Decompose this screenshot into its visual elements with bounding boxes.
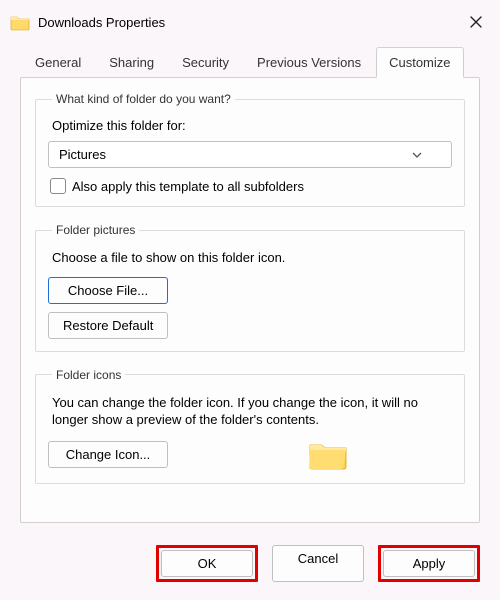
optimize-selected-value: Pictures [59, 147, 106, 162]
folder-icon [10, 12, 30, 32]
folder-icons-group: Folder icons You can change the folder i… [35, 368, 465, 484]
tab-strip: General Sharing Security Previous Versio… [0, 44, 500, 77]
titlebar: Downloads Properties [0, 0, 500, 44]
optimize-label: Optimize this folder for: [52, 118, 452, 133]
ok-highlight: OK [156, 545, 258, 582]
folder-preview-icon [308, 439, 348, 471]
dialog-button-row: OK Cancel Apply [0, 535, 500, 600]
choose-file-button[interactable]: Choose File... [48, 277, 168, 304]
window-title: Downloads Properties [38, 15, 462, 30]
optimize-group: What kind of folder do you want? Optimiz… [35, 92, 465, 207]
change-icon-button[interactable]: Change Icon... [48, 441, 168, 468]
folder-pictures-legend: Folder pictures [52, 223, 139, 237]
subfolders-row[interactable]: Also apply this template to all subfolde… [50, 178, 452, 194]
optimize-select[interactable]: Pictures [48, 141, 452, 168]
tab-general[interactable]: General [22, 47, 94, 78]
cancel-button[interactable]: Cancel [272, 545, 364, 582]
tab-security[interactable]: Security [169, 47, 242, 78]
tab-customize[interactable]: Customize [376, 47, 463, 78]
close-button[interactable] [462, 8, 490, 36]
folder-icons-legend: Folder icons [52, 368, 125, 382]
ok-button[interactable]: OK [161, 550, 253, 577]
close-icon [470, 16, 482, 28]
chevron-down-icon [411, 149, 423, 161]
subfolders-label: Also apply this template to all subfolde… [72, 179, 304, 194]
tab-previous-versions[interactable]: Previous Versions [244, 47, 374, 78]
optimize-legend: What kind of folder do you want? [52, 92, 235, 106]
tab-sharing[interactable]: Sharing [96, 47, 167, 78]
customize-panel: What kind of folder do you want? Optimiz… [20, 77, 480, 523]
folder-icons-desc: You can change the folder icon. If you c… [52, 394, 452, 429]
apply-highlight: Apply [378, 545, 480, 582]
folder-pictures-group: Folder pictures Choose a file to show on… [35, 223, 465, 352]
apply-button[interactable]: Apply [383, 550, 475, 577]
properties-window: Downloads Properties General Sharing Sec… [0, 0, 500, 600]
subfolders-checkbox[interactable] [50, 178, 66, 194]
folder-pictures-desc: Choose a file to show on this folder ico… [52, 249, 452, 267]
restore-default-button[interactable]: Restore Default [48, 312, 168, 339]
